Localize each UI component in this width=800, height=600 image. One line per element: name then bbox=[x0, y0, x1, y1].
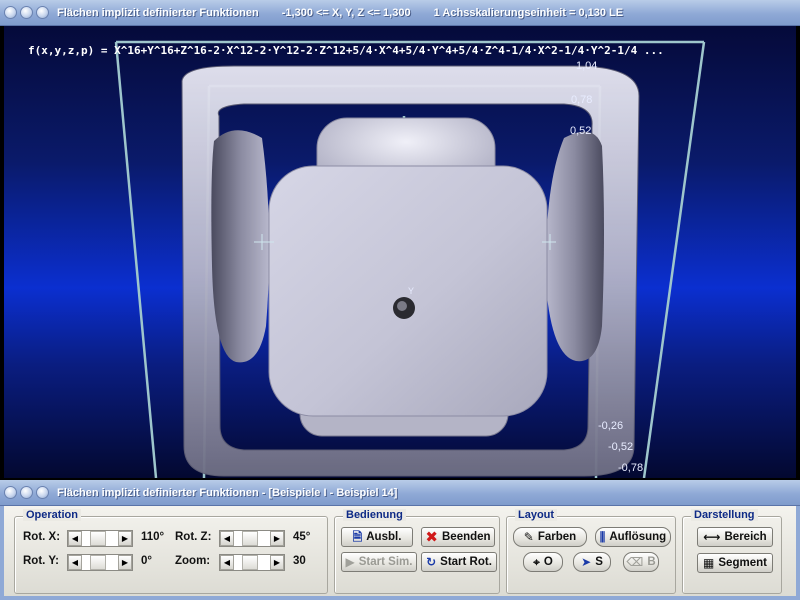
pointer-icon: ➤ bbox=[581, 555, 592, 569]
operation-group: Operation Rot. X: ◀ ▶ 110° Rot. Z: ◀ ▶ 4… bbox=[14, 509, 328, 594]
range-icon: ⟷ bbox=[703, 530, 721, 544]
axis-label-y: Y bbox=[408, 286, 415, 296]
start-sim-button[interactable]: ▶ Start Sim. bbox=[341, 552, 417, 572]
s-button[interactable]: ➤ S bbox=[573, 552, 611, 572]
layout-title: Layout bbox=[515, 509, 558, 521]
slider-thumb[interactable] bbox=[90, 531, 106, 546]
darstellung-group: Darstellung ⟷ Bereich ▦ Segment bbox=[682, 509, 782, 594]
rot-y-value: 0° bbox=[141, 555, 152, 567]
crosshair-icon: ⌖ bbox=[533, 555, 540, 569]
rot-y-label: Rot. Y: bbox=[23, 555, 59, 567]
zoom-slider[interactable]: ◀ ▶ bbox=[219, 554, 285, 571]
bereich-label: Bereich bbox=[724, 531, 767, 543]
graphics-window: Flächen implizit definierter Funktionen … bbox=[0, 0, 800, 480]
farben-label: Farben bbox=[537, 531, 577, 543]
rot-x-value: 110° bbox=[141, 531, 165, 543]
document-icon: 🗎 bbox=[352, 530, 363, 544]
beenden-label: Beenden bbox=[442, 531, 491, 543]
control-window-title: Flächen implizit definierter Funktionen … bbox=[57, 486, 398, 499]
window-title-range: -1,300 <= X, Y, Z <= 1,300 bbox=[281, 6, 411, 19]
control-panel: Operation Rot. X: ◀ ▶ 110° Rot. Z: ◀ ▶ 4… bbox=[0, 506, 800, 600]
table-icon: ▦ bbox=[703, 556, 715, 570]
darstellung-title: Darstellung bbox=[691, 509, 758, 521]
axis-label-bottom-1: -0,26 bbox=[598, 420, 624, 432]
s-label: S bbox=[595, 556, 603, 568]
rot-x-slider[interactable]: ◀ ▶ bbox=[67, 530, 133, 547]
window-menu-icon[interactable] bbox=[4, 6, 17, 19]
arrow-left-icon[interactable]: ◀ bbox=[68, 555, 82, 570]
b-label: B bbox=[647, 556, 656, 568]
window-title: Flächen implizit definierter Funktionen … bbox=[57, 7, 623, 19]
zoom-value: 30 bbox=[293, 555, 306, 567]
segment-label: Segment bbox=[718, 557, 767, 569]
eraser-icon: ⌫ bbox=[626, 555, 644, 569]
arrow-left-icon[interactable]: ◀ bbox=[68, 531, 82, 546]
rotate-icon: ↻ bbox=[426, 555, 437, 569]
arrow-right-icon[interactable]: ▶ bbox=[270, 555, 284, 570]
ausbl-label: Ausbl. bbox=[366, 531, 402, 543]
rot-z-label: Rot. Z: bbox=[175, 531, 212, 543]
rot-z-value: 45° bbox=[293, 531, 311, 543]
rot-y-slider[interactable]: ◀ ▶ bbox=[67, 554, 133, 571]
ausbl-button[interactable]: 🗎 Ausbl. bbox=[341, 527, 413, 547]
bedienung-title: Bedienung bbox=[343, 509, 406, 521]
start-rot-button[interactable]: ↻ Start Rot. bbox=[421, 552, 497, 572]
play-icon: ▶ bbox=[345, 555, 355, 569]
window-title-scale: 1 Achsskalierungseinheit = 0,130 LE bbox=[433, 6, 624, 19]
slider-thumb[interactable] bbox=[242, 531, 258, 546]
axis-label-bottom-2: -0,52 bbox=[608, 441, 634, 453]
axis-label-top-2: 0,78 bbox=[571, 94, 593, 106]
axis-label-bottom-3: -0,78 bbox=[618, 462, 644, 474]
window-menu-icon[interactable] bbox=[4, 486, 17, 499]
arrow-right-icon[interactable]: ▶ bbox=[270, 531, 284, 546]
axis-label-top-1: 1,04 bbox=[576, 60, 598, 72]
axis-label-top-3: 0,52 bbox=[570, 125, 592, 137]
grid-lines-icon: ⫼ bbox=[599, 530, 606, 544]
brush-icon: ✎ bbox=[523, 530, 534, 544]
arrow-left-icon[interactable]: ◀ bbox=[220, 555, 234, 570]
start-rot-label: Start Rot. bbox=[440, 556, 492, 568]
implicit-surface-render bbox=[114, 40, 706, 478]
minimize-icon[interactable] bbox=[20, 486, 33, 499]
slider-thumb[interactable] bbox=[242, 555, 258, 570]
arrow-left-icon[interactable]: ◀ bbox=[220, 531, 234, 546]
farben-button[interactable]: ✎ Farben bbox=[513, 527, 587, 547]
window-title-name: Flächen implizit definierter Funktionen bbox=[57, 6, 259, 19]
close-x-icon: ✖ bbox=[425, 528, 438, 546]
maximize-icon[interactable] bbox=[36, 486, 49, 499]
o-label: O bbox=[543, 556, 553, 568]
rot-z-slider[interactable]: ◀ ▶ bbox=[219, 530, 285, 547]
operation-title: Operation bbox=[23, 509, 81, 521]
maximize-icon[interactable] bbox=[36, 6, 49, 19]
aufloesung-button[interactable]: ⫼ Auflösung bbox=[595, 527, 671, 547]
segment-button[interactable]: ▦ Segment bbox=[697, 553, 773, 573]
o-button[interactable]: ⌖ O bbox=[523, 552, 563, 572]
graphics-window-titlebar[interactable]: Flächen implizit definierter Funktionen … bbox=[0, 0, 800, 26]
aufloesung-label: Auflösung bbox=[609, 531, 667, 543]
arrow-right-icon[interactable]: ▶ bbox=[118, 531, 132, 546]
slider-thumb[interactable] bbox=[90, 555, 106, 570]
bereich-button[interactable]: ⟷ Bereich bbox=[697, 527, 773, 547]
bedienung-group: Bedienung 🗎 Ausbl. ✖ Beenden ▶ Start Sim… bbox=[334, 509, 500, 594]
arrow-right-icon[interactable]: ▶ bbox=[118, 555, 132, 570]
b-button[interactable]: ⌫ B bbox=[623, 552, 659, 572]
rot-x-label: Rot. X: bbox=[23, 531, 61, 543]
beenden-button[interactable]: ✖ Beenden bbox=[421, 527, 495, 547]
layout-group: Layout ✎ Farben ⫼ Auflösung ⌖ O ➤ S ⌫ B bbox=[506, 509, 676, 594]
start-sim-label: Start Sim. bbox=[358, 556, 413, 568]
function-formula: f(x,y,z,p) = X^16+Y^16+Z^16-2·X^12-2·Y^1… bbox=[28, 44, 664, 57]
control-window-titlebar[interactable]: Flächen implizit definierter Funktionen … bbox=[0, 480, 800, 506]
3d-viewport[interactable]: f(x,y,z,p) = X^16+Y^16+Z^16-2·X^12-2·Y^1… bbox=[4, 26, 796, 478]
minimize-icon[interactable] bbox=[20, 6, 33, 19]
zoom-label: Zoom: bbox=[175, 555, 211, 567]
